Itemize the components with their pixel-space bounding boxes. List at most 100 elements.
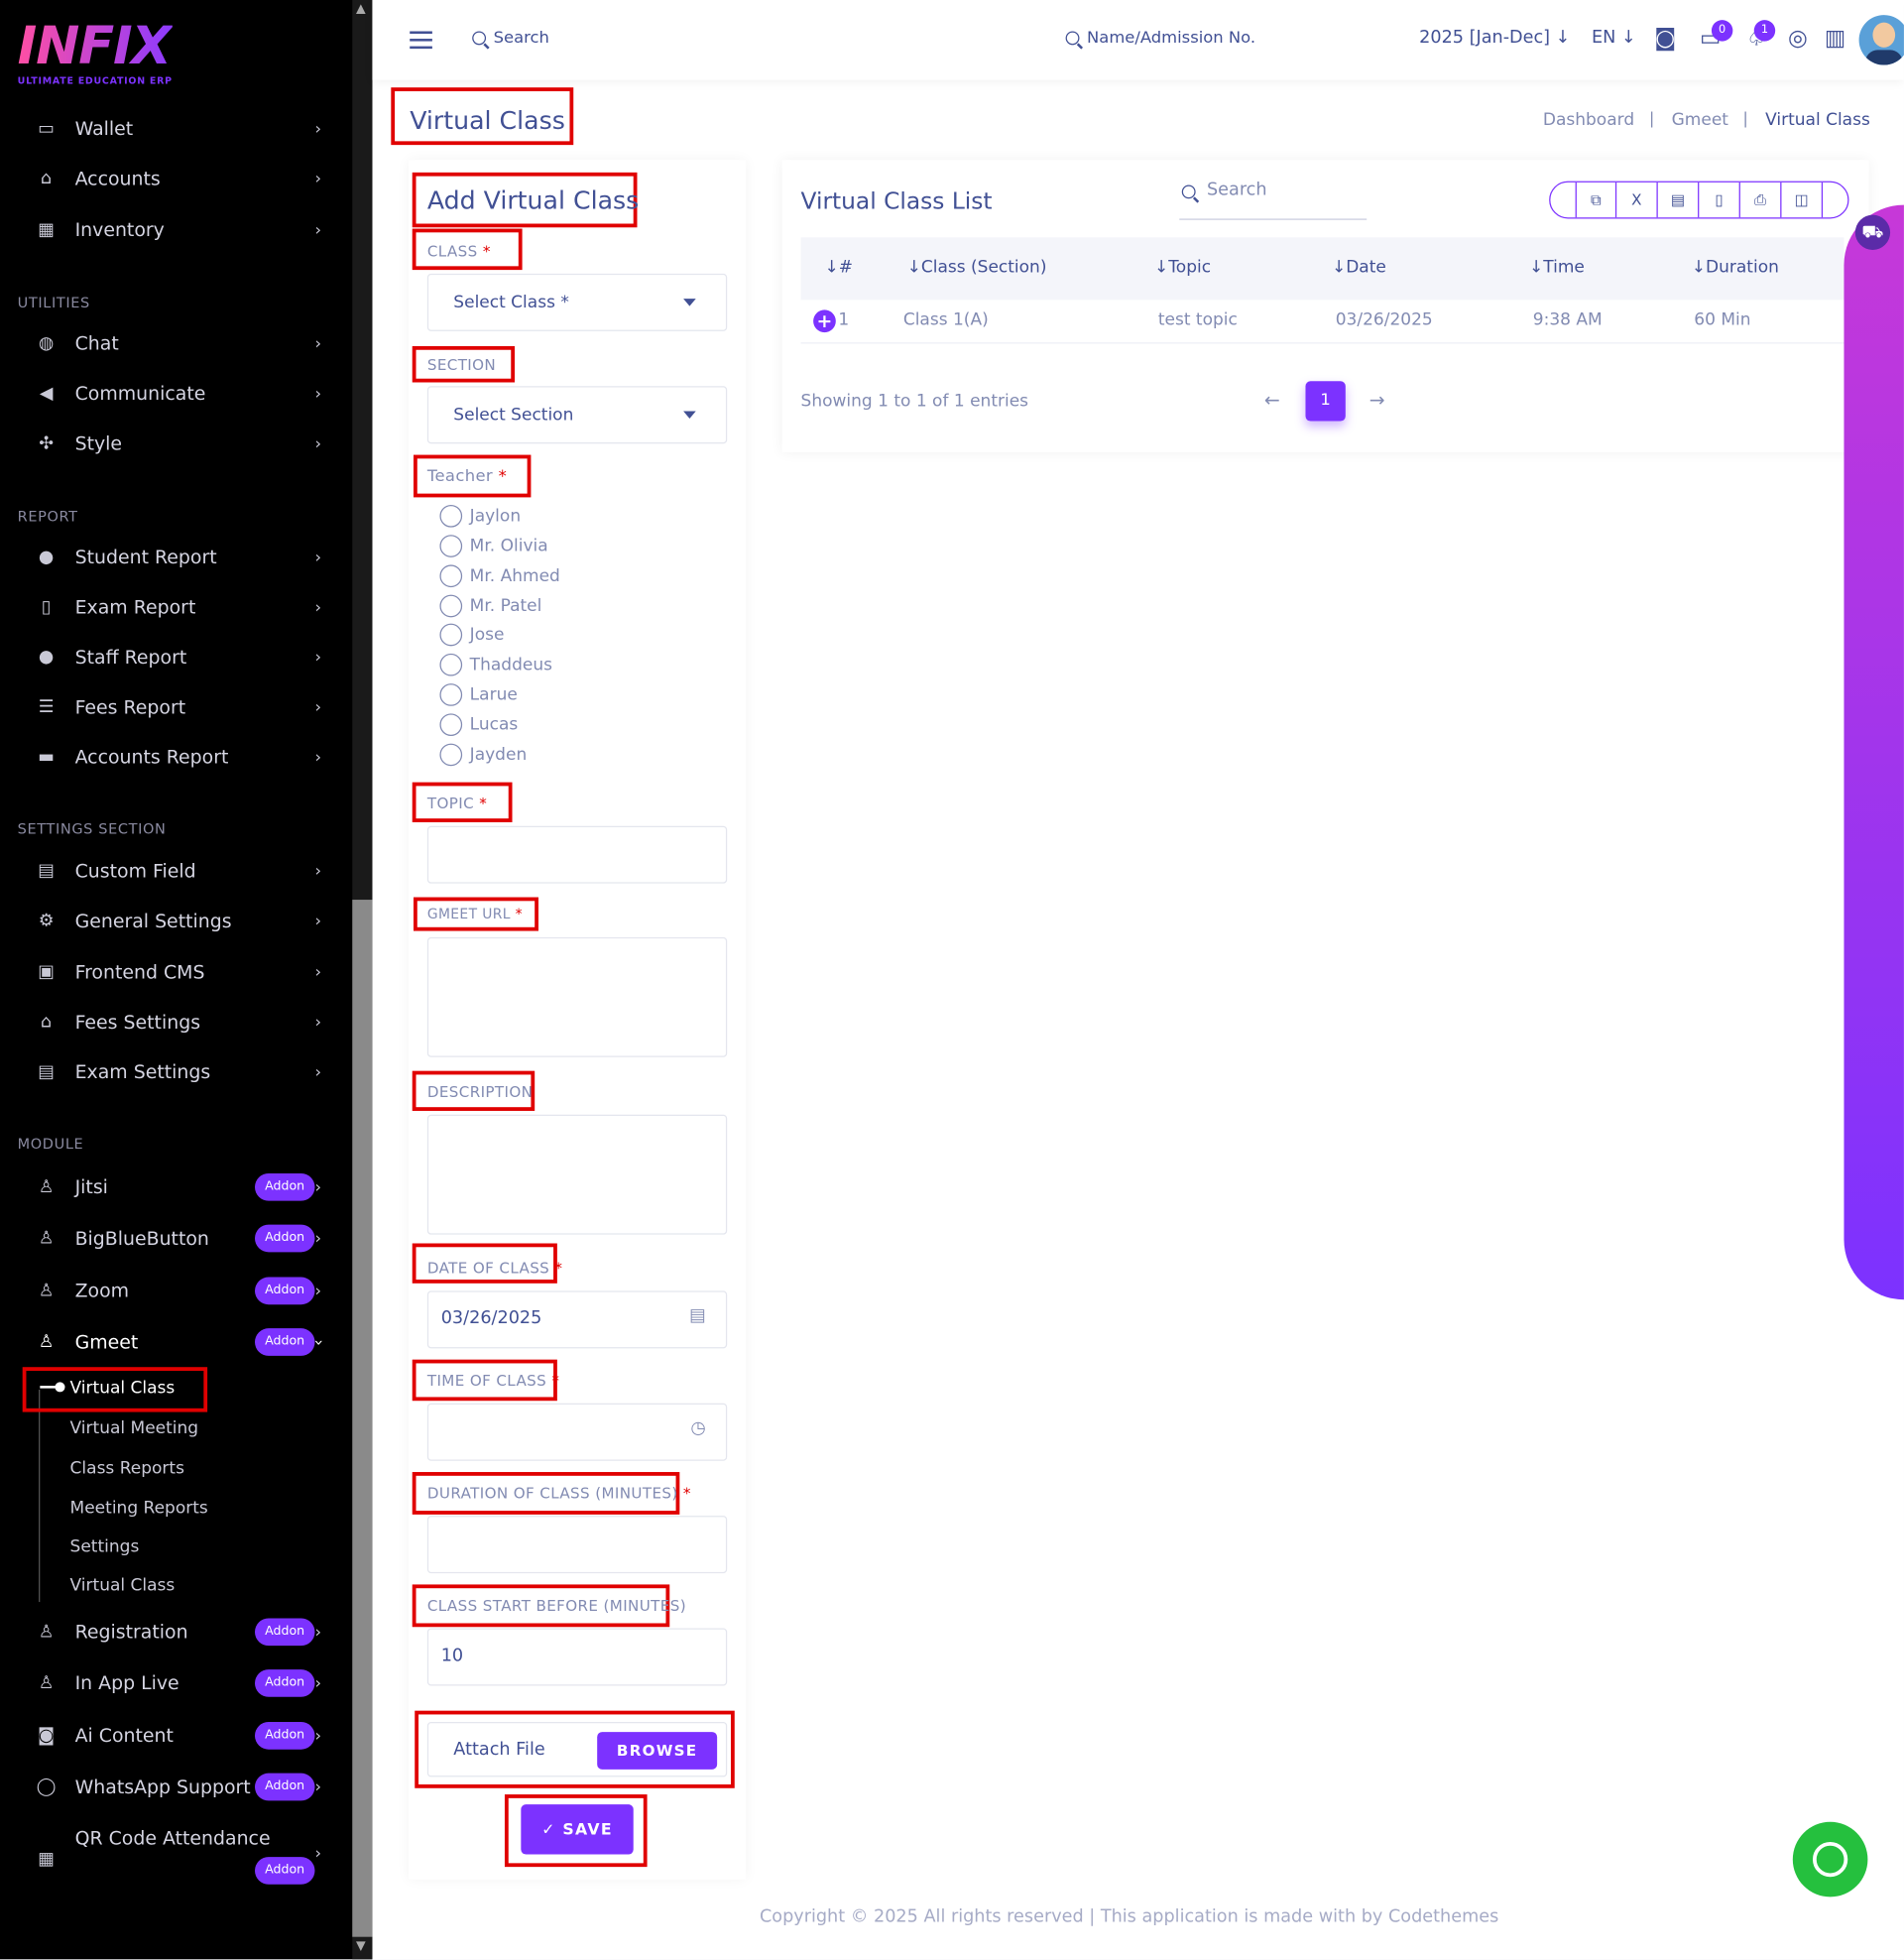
calendar-icon[interactable]: ▤ xyxy=(689,1305,706,1325)
pagination-page-current[interactable]: 1 xyxy=(1305,381,1346,422)
teacher-radio-lucas[interactable]: Lucas xyxy=(439,713,518,737)
sidebar-item-wallet[interactable]: ▭ Wallet › xyxy=(0,106,352,151)
columns-icon[interactable]: ◫ xyxy=(1781,182,1824,218)
sidebar-item-fees-settings[interactable]: ⌂ Fees Settings › xyxy=(0,1000,352,1044)
sidebar-item-exam-report[interactable]: ▯ Exam Report › xyxy=(0,585,352,630)
csv-icon[interactable]: ▤ xyxy=(1658,182,1700,218)
sidebar-item-registration[interactable]: ♙ Registration Addon › xyxy=(0,1610,352,1654)
scroll-up-icon[interactable]: ▲ xyxy=(356,3,366,17)
print-icon[interactable]: ⎙ xyxy=(1740,182,1782,218)
submenu-virtual-class-2[interactable]: Virtual Class xyxy=(70,1576,176,1596)
sidebar-item-jitsi[interactable]: ♙ Jitsi Addon › xyxy=(0,1164,352,1209)
teacher-radio-jaylon[interactable]: Jaylon xyxy=(439,504,521,528)
time-of-class-input[interactable]: ◷ xyxy=(426,1403,728,1461)
radio-circle[interactable] xyxy=(439,743,463,767)
copy-icon[interactable]: ⧉ xyxy=(1575,182,1617,218)
start-before-input[interactable]: 10 xyxy=(426,1628,728,1686)
sidebar-item-fees-report[interactable]: ☰ Fees Report › xyxy=(0,684,352,729)
date-of-class-input[interactable]: 03/26/2025 ▤ xyxy=(426,1290,728,1349)
pdf-icon[interactable]: ▯ xyxy=(1699,182,1740,218)
addon-badge: Addon xyxy=(254,1773,315,1801)
sidebar-scrollbar-thumb[interactable] xyxy=(352,900,373,1937)
topic-input[interactable] xyxy=(426,825,728,884)
section-select[interactable]: Select Section xyxy=(426,386,728,444)
column-header-date[interactable]: ↓Date xyxy=(1332,258,1386,278)
radio-circle[interactable] xyxy=(439,564,463,588)
teacher-radio-mr-patel[interactable]: Mr. Patel xyxy=(439,594,541,618)
sidebar-item-gmeet[interactable]: ♙ Gmeet Addon › xyxy=(0,1319,352,1364)
teacher-radio-jayden[interactable]: Jayden xyxy=(439,743,527,767)
sidebar-item-in-app-live[interactable]: ♙ In App Live Addon › xyxy=(0,1660,352,1705)
radio-circle[interactable] xyxy=(439,535,463,557)
expand-row-icon[interactable]: + xyxy=(813,309,836,333)
radio-circle[interactable] xyxy=(439,594,463,618)
list-search-input[interactable]: Search xyxy=(1179,180,1368,220)
addon-badge: Addon xyxy=(254,1328,315,1356)
sidebar-item-inventory[interactable]: ▦ Inventory › xyxy=(0,207,352,252)
sidebar-item-exam-settings[interactable]: ▤ Exam Settings › xyxy=(0,1049,352,1094)
sidebar-item-whatsapp-support[interactable]: ◯ WhatsApp Support Addon › xyxy=(0,1765,352,1809)
teacher-radio-mr-olivia[interactable]: Mr. Olivia xyxy=(439,535,548,557)
sidebar-item-zoom[interactable]: ♙ Zoom Addon › xyxy=(0,1269,352,1313)
gmeet-url-textarea[interactable] xyxy=(426,936,728,1057)
radio-circle[interactable] xyxy=(439,653,463,676)
submenu-class-reports[interactable]: Class Reports xyxy=(70,1458,184,1478)
whatsapp-button[interactable] xyxy=(1792,1821,1868,1898)
sidebar-item-staff-report[interactable]: ● Staff Report › xyxy=(0,635,352,679)
student-search-input[interactable]: Name/Admission No. xyxy=(1065,29,1255,48)
radio-circle[interactable] xyxy=(439,713,463,737)
column-header-duration[interactable]: ↓Duration xyxy=(1692,258,1779,278)
next-page-icon[interactable]: → xyxy=(1369,389,1385,412)
submenu-virtual-class[interactable]: Virtual Class xyxy=(70,1379,176,1399)
duration-input[interactable] xyxy=(426,1516,728,1574)
save-button[interactable]: ✓ SAVE xyxy=(521,1804,634,1855)
chart-icon[interactable]: ▥ xyxy=(1822,25,1849,53)
teacher-radio-mr-ahmed[interactable]: Mr. Ahmed xyxy=(439,564,560,588)
column-header-time[interactable]: ↓Time xyxy=(1529,258,1585,278)
description-textarea[interactable] xyxy=(426,1114,728,1235)
sidebar-item-qr-code-attendance[interactable]: ▦ QR Code Attendance Addon › xyxy=(0,1817,352,1893)
chevron-right-icon: › xyxy=(314,119,322,139)
browse-button[interactable]: BROWSE xyxy=(597,1732,718,1770)
column-header-number[interactable]: ↓# xyxy=(824,258,853,278)
submenu-meeting-reports[interactable]: Meeting Reports xyxy=(70,1499,208,1519)
teacher-radio-larue[interactable]: Larue xyxy=(439,683,518,706)
radio-circle[interactable] xyxy=(439,504,463,528)
sidebar-item-student-report[interactable]: ● Student Report › xyxy=(0,535,352,579)
submenu-settings[interactable]: Settings xyxy=(70,1537,140,1557)
column-header-class-section[interactable]: ↓Class (Section) xyxy=(907,258,1047,278)
robot-icon[interactable]: ◙ xyxy=(1651,25,1679,53)
previous-page-icon[interactable]: ← xyxy=(1264,389,1280,412)
cart-icon[interactable]: ⛟ xyxy=(1854,214,1891,250)
sidebar-item-communicate[interactable]: ◀ Communicate › xyxy=(0,371,352,416)
menu-icon[interactable] xyxy=(410,31,432,50)
sidebar-item-accounts[interactable]: ⌂ Accounts › xyxy=(0,156,352,200)
clock-icon[interactable]: ◷ xyxy=(690,1418,705,1438)
breadcrumb-dashboard[interactable]: Dashboard xyxy=(1543,110,1634,130)
sidebar-item-general-settings[interactable]: ⚙ General Settings › xyxy=(0,899,352,943)
radio-circle[interactable] xyxy=(439,683,463,706)
search-button[interactable]: Search xyxy=(472,29,549,48)
language-select[interactable]: EN ↓ xyxy=(1592,28,1636,48)
side-promo-tab[interactable] xyxy=(1844,204,1904,1300)
scroll-down-icon[interactable]: ▼ xyxy=(356,1939,366,1953)
sidebar-item-chat[interactable]: ◍ Chat › xyxy=(0,321,352,366)
radio-circle[interactable] xyxy=(439,623,463,647)
logo[interactable]: INFIX ULTIMATE EDUCATION ERP xyxy=(18,20,173,86)
teacher-radio-jose[interactable]: Jose xyxy=(439,623,504,647)
sidebar-item-bigbluebutton[interactable]: ♙ BigBlueButton Addon › xyxy=(0,1216,352,1261)
excel-icon[interactable]: X xyxy=(1616,182,1658,218)
breadcrumb-gmeet[interactable]: Gmeet xyxy=(1672,110,1728,130)
class-select[interactable]: Select Class * xyxy=(426,273,728,331)
sidebar-item-style[interactable]: ✣ Style › xyxy=(0,422,352,466)
avatar[interactable] xyxy=(1858,15,1904,65)
submenu-virtual-meeting[interactable]: Virtual Meeting xyxy=(70,1418,199,1438)
sidebar-item-accounts-report[interactable]: ▬ Accounts Report › xyxy=(0,735,352,780)
sidebar-item-frontend-cms[interactable]: ▣ Frontend CMS › xyxy=(0,949,352,994)
teacher-radio-thaddeus[interactable]: Thaddeus xyxy=(439,653,552,676)
sidebar-item-ai-content[interactable]: ◙ Ai Content Addon › xyxy=(0,1713,352,1758)
sidebar-item-custom-field[interactable]: ▤ Custom Field › xyxy=(0,848,352,893)
column-header-topic[interactable]: ↓Topic xyxy=(1154,258,1211,278)
globe-icon[interactable]: ◎ xyxy=(1784,25,1812,53)
year-select[interactable]: 2025 [Jan-Dec] ↓ xyxy=(1419,28,1570,48)
